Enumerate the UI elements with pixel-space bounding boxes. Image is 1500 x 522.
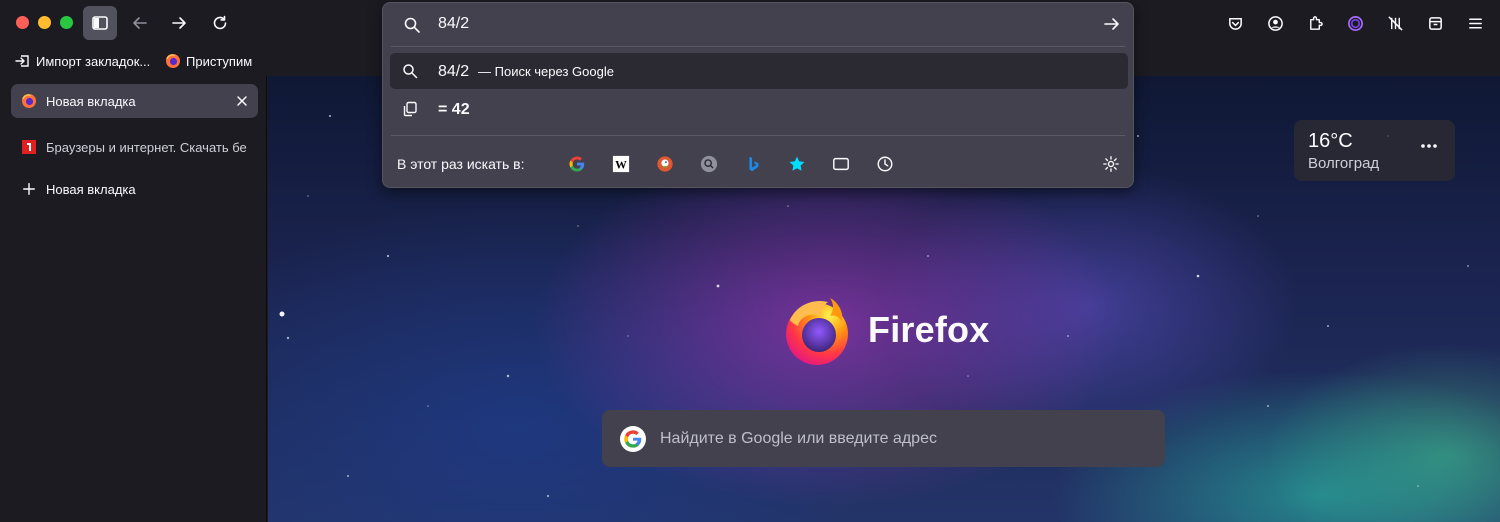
bookmark-getting-started[interactable]: Приступим (165, 51, 252, 71)
account-icon (1267, 15, 1283, 31)
forward-arrow-icon (172, 17, 186, 29)
tab-title: Новая вкладка (46, 181, 136, 197)
engine-google[interactable] (567, 154, 587, 174)
private-icon (1347, 15, 1363, 31)
bookmark-label: Импорт закладок... (36, 53, 151, 69)
wikipedia-icon: W (612, 155, 630, 173)
divider (391, 135, 1125, 136)
divider (391, 46, 1125, 47)
go-arrow-icon[interactable] (1103, 15, 1121, 33)
suggestion-subtext: — Поиск через Google (478, 64, 614, 79)
tab-browsers-site[interactable]: Браузеры и интернет. Скачать бе (11, 130, 258, 164)
close-icon[interactable] (235, 94, 249, 108)
extensions-button[interactable] (1298, 6, 1332, 40)
menu-icon (1468, 17, 1482, 29)
svg-text:W: W (615, 159, 627, 172)
weather-temperature: 16°C (1308, 130, 1353, 152)
search-icon (403, 64, 418, 79)
extensions-icon (1309, 15, 1323, 30)
search-settings-button[interactable] (1101, 154, 1121, 174)
firefox-brand: Firefox (782, 294, 989, 366)
library-button[interactable] (1418, 6, 1452, 40)
back-arrow-icon (133, 17, 147, 29)
tab-title: Новая вкладка (46, 93, 136, 109)
search-engines-row: В этот раз искать в: W (383, 145, 1133, 185)
import-icon (15, 55, 29, 67)
address-bar-input[interactable]: 84/2 (383, 3, 1133, 45)
search-placeholder: Найдите в Google или введите адрес (660, 429, 937, 447)
pocket-icon (1228, 17, 1242, 30)
window-minimize-button[interactable] (38, 16, 51, 29)
vertical-tabs-sidebar: Новая вкладка Браузеры и интернет. Скача… (0, 76, 267, 522)
firefox-icon (20, 92, 38, 110)
google-icon (569, 156, 585, 172)
engine-wikipedia[interactable]: W (611, 154, 631, 174)
weather-widget[interactable]: 16°C Волгоград (1294, 120, 1455, 181)
engine-bookmarks[interactable] (787, 154, 807, 174)
tracking-protection-button[interactable] (1378, 6, 1412, 40)
gear-icon (1103, 156, 1119, 172)
suggestion-google-search[interactable]: 84/2 — Поиск через Google (390, 53, 1128, 89)
engines-label: В этот раз искать в: (397, 156, 525, 172)
private-browsing-button[interactable] (1338, 6, 1372, 40)
back-button[interactable] (123, 6, 157, 40)
toolbar-right-icons (1218, 6, 1492, 40)
sidebar-toggle-button[interactable] (83, 6, 117, 40)
suggestion-text: 84/2 — Поиск через Google (438, 63, 614, 81)
tab-new-tab-selected[interactable]: Новая вкладка (11, 84, 258, 118)
search-icon (404, 17, 420, 33)
forward-button[interactable] (162, 6, 196, 40)
newtab-search-box[interactable]: Найдите в Google или введите адрес (602, 410, 1165, 467)
new-tab-button[interactable]: Новая вкладка (11, 172, 258, 206)
app-menu-button[interactable] (1458, 6, 1492, 40)
suggestion-query: 84/2 (438, 63, 470, 80)
tab-title: Браузеры и интернет. Скачать бе (46, 139, 247, 155)
firefox-wordmark: Firefox (868, 309, 990, 350)
firefox-icon (166, 54, 180, 68)
star-icon (789, 156, 805, 171)
reload-icon (213, 15, 227, 30)
bookmark-import[interactable]: Импорт закладок... (15, 51, 150, 71)
engine-duckduckgo[interactable] (655, 154, 675, 174)
suggestion-calculator[interactable]: = 42 (390, 91, 1128, 127)
window-close-button[interactable] (16, 16, 29, 29)
library-icon (1428, 16, 1442, 30)
address-bar-text: 84/2 (438, 15, 470, 32)
engine-history[interactable] (875, 154, 895, 174)
magnifier-icon (700, 155, 718, 173)
engine-search[interactable] (699, 154, 719, 174)
bing-icon (749, 156, 759, 172)
address-bar-panel: 84/2 84/2 — Поиск через Google = 42 В эт… (382, 2, 1134, 188)
calculator-result: = 42 (438, 101, 470, 118)
weather-city: Волгоград (1308, 155, 1380, 172)
account-button[interactable] (1258, 6, 1292, 40)
reload-button[interactable] (203, 6, 237, 40)
tabs-icon (833, 157, 849, 171)
window-zoom-button[interactable] (60, 16, 73, 29)
pocket-button[interactable] (1218, 6, 1252, 40)
duckduckgo-icon (657, 156, 673, 172)
no-tracking-icon (1387, 15, 1403, 31)
sidebar-toggle-icon (92, 16, 108, 30)
more-options-icon[interactable] (1417, 134, 1441, 158)
history-clock-icon (877, 156, 893, 172)
copy-icon (403, 101, 417, 117)
engine-bing[interactable] (743, 154, 763, 174)
bookmark-label: Приступим (186, 53, 253, 69)
firefox-logo-icon (786, 298, 848, 365)
site-red-icon (20, 138, 38, 156)
google-icon (620, 425, 646, 452)
engine-tabs[interactable] (831, 154, 851, 174)
plus-icon (20, 180, 38, 198)
